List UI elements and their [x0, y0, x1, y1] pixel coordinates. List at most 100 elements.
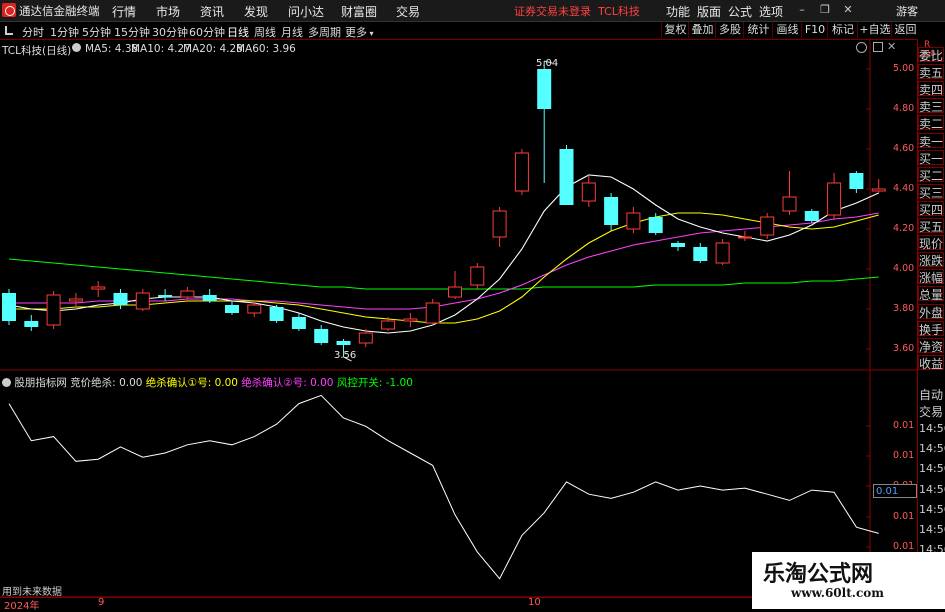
period-intraday[interactable]: 分时: [22, 24, 44, 40]
menu-trade[interactable]: 交易: [396, 3, 420, 20]
indicator-item: 绝杀确认①号: 0.00: [145, 377, 238, 389]
btn-overlay[interactable]: 叠加: [688, 22, 716, 38]
candle-up: [46, 294, 61, 326]
side-item-label: 换手: [919, 322, 944, 337]
side-bottom-item[interactable]: 交易: [919, 403, 943, 420]
side-item-label: 卖二: [919, 117, 944, 132]
side-item-label: 净资: [919, 339, 944, 354]
settings-icon[interactable]: [856, 42, 867, 53]
trade-time-label: 14:56: [919, 523, 945, 536]
menu-xiaoda[interactable]: 问小达: [288, 3, 324, 20]
side-item-label: 卖四: [919, 83, 944, 98]
side-item-label: 买五: [919, 220, 944, 234]
menu-discover[interactable]: 发现: [244, 3, 268, 20]
side-item-label: 现价: [919, 237, 944, 252]
btn-adjust[interactable]: 复权: [661, 22, 689, 38]
period-daily[interactable]: 日线: [227, 24, 249, 40]
ma20-label: MA20: 4.28: [183, 43, 243, 55]
side-item-label: 收益: [919, 356, 944, 371]
candle-up: [470, 266, 485, 286]
ma60-label: MA60: 3.96: [236, 43, 296, 55]
price-tick: 4.80: [893, 103, 915, 114]
menu-wealth-circle[interactable]: 财富圈: [341, 3, 377, 20]
price-tick: 4.60: [893, 143, 915, 154]
trade-login-status: 证券交易未登录 TCL科技: [514, 5, 640, 18]
period-more[interactable]: 更多 ▾: [345, 24, 374, 40]
chevron-down-icon[interactable]: [72, 43, 81, 52]
period-1min[interactable]: 1分钟: [50, 24, 79, 40]
side-item-label: 卖一: [919, 134, 944, 149]
side-item-label: 买三: [919, 185, 944, 200]
price-tick: 3.80: [893, 303, 915, 314]
price-tick: 4.40: [893, 183, 915, 194]
candle-down: [559, 149, 574, 205]
candle-up: [871, 188, 886, 192]
chevron-down-icon[interactable]: [2, 378, 11, 387]
side-bottom-item[interactable]: 自动: [919, 386, 943, 403]
price-tick: 4.20: [893, 223, 915, 234]
expand-icon[interactable]: [873, 42, 883, 52]
month-label: 9: [98, 597, 105, 608]
candle-up: [247, 304, 262, 314]
trade-time-label: 14:56: [919, 462, 945, 476]
btn-add-favorite[interactable]: +自选: [857, 22, 892, 38]
candle-up: [715, 242, 730, 264]
candle-up: [827, 182, 842, 216]
candle-up: [425, 302, 440, 324]
menu-options[interactable]: 选项: [759, 3, 783, 20]
period-60min[interactable]: 60分钟: [189, 24, 225, 40]
side-item-label: 买四: [919, 202, 944, 217]
close-icon[interactable]: ✕: [840, 3, 856, 17]
indicator-tick: 0.01: [893, 420, 915, 431]
kline-chart[interactable]: [0, 39, 917, 597]
candle-up: [180, 290, 195, 298]
period-5min[interactable]: 5分钟: [82, 24, 111, 40]
period-multi[interactable]: 多周期: [308, 24, 341, 40]
close-chart-icon[interactable]: ✕: [887, 40, 896, 53]
btn-statistics[interactable]: 统计: [743, 22, 773, 38]
menu-function[interactable]: 功能: [666, 3, 690, 20]
menu-layout[interactable]: 版面: [697, 3, 721, 20]
price-tick: 5.00: [893, 63, 915, 74]
candle-up: [626, 212, 641, 230]
menu-market[interactable]: 市场: [156, 3, 180, 20]
guest-label[interactable]: 游客: [896, 3, 918, 19]
high-price-label: 5.04: [536, 58, 559, 69]
toolbar-toggle-icon[interactable]: [5, 26, 13, 35]
menu-news[interactable]: 资讯: [200, 3, 224, 20]
indicator-tick: 0.01: [893, 450, 915, 461]
ma60-line: [8, 258, 879, 290]
trade-time-label: 14:56: [919, 502, 945, 516]
period-weekly[interactable]: 周线: [254, 24, 276, 40]
candle-up: [358, 332, 373, 344]
candle-up: [135, 292, 150, 310]
candle-down: [537, 69, 552, 109]
candle-up: [448, 286, 462, 298]
btn-mark[interactable]: 标记: [827, 22, 858, 38]
restore-icon[interactable]: ❐: [817, 3, 833, 17]
ma10-label: MA10: 4.27: [131, 43, 191, 55]
btn-f10[interactable]: F10: [801, 22, 828, 38]
minimize-icon[interactable]: –: [794, 3, 810, 17]
candle-down: [2, 293, 16, 321]
side-item-label: 卖五: [919, 66, 944, 81]
trade-time-label: 14:56: [919, 422, 945, 435]
candle-down: [225, 305, 239, 313]
price-tick: 3.60: [893, 343, 915, 354]
side-item-label: 涨跌: [919, 254, 944, 269]
menu-formula[interactable]: 公式: [728, 3, 752, 20]
indicator-tick: 0.01: [893, 511, 915, 522]
indicator-tick: 0.01: [893, 541, 915, 552]
period-30min[interactable]: 30分钟: [152, 24, 188, 40]
btn-back[interactable]: 返回: [891, 22, 919, 38]
candle-down: [671, 243, 685, 247]
period-15min[interactable]: 15分钟: [114, 24, 150, 40]
candle-up: [581, 182, 596, 202]
price-tick: 4.00: [893, 263, 915, 274]
candle-up: [514, 152, 529, 192]
btn-multi-stock[interactable]: 多股: [715, 22, 744, 38]
candle-down: [336, 341, 351, 345]
btn-draw-line[interactable]: 画线: [772, 22, 802, 38]
period-monthly[interactable]: 月线: [281, 24, 303, 40]
menu-quotes[interactable]: 行情: [112, 3, 136, 20]
